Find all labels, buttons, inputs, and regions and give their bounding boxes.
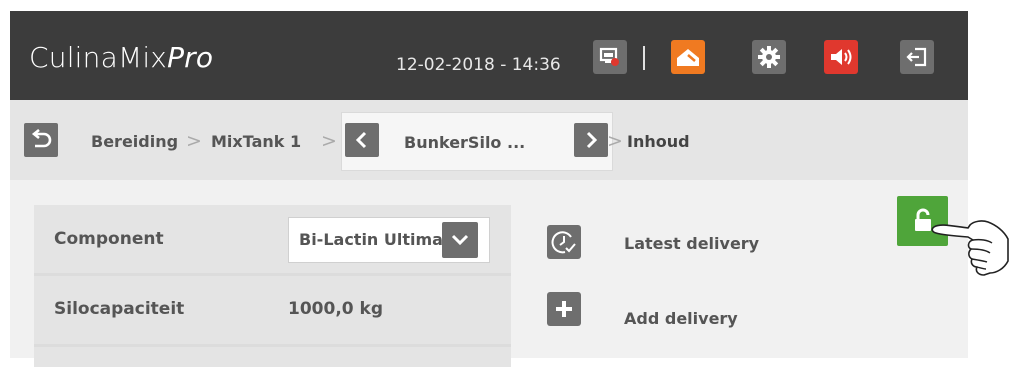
plus-icon xyxy=(556,301,572,317)
back-arrow-icon xyxy=(31,129,52,148)
properties-table: Component Bi-Lactin Ultimate Silocapacit… xyxy=(34,205,511,367)
content-area: Component Bi-Lactin Ultimate Silocapacit… xyxy=(10,180,968,367)
home-button[interactable] xyxy=(671,40,705,74)
bunkersilo-selector: BunkerSilo ... xyxy=(341,112,613,171)
logout-button[interactable] xyxy=(900,40,934,74)
breadcrumb-item-inhoud: Inhoud xyxy=(627,132,690,151)
chevron-left-icon xyxy=(355,131,367,149)
clock-check-icon xyxy=(551,231,576,254)
chevron-right-icon xyxy=(586,131,598,149)
chevron-down-icon xyxy=(451,234,469,246)
table-row xyxy=(34,347,511,367)
silocapaciteit-value: 1000,0 kg xyxy=(288,299,383,319)
pointing-hand-icon xyxy=(931,220,1009,276)
toolbar-divider xyxy=(643,46,645,70)
previous-button[interactable] xyxy=(345,123,379,157)
sound-button[interactable] xyxy=(824,40,858,74)
component-label: Component xyxy=(54,229,164,249)
add-delivery-label[interactable]: Add delivery xyxy=(624,309,738,328)
monitor-alert-button[interactable] xyxy=(593,40,627,74)
speaker-icon xyxy=(831,49,852,65)
next-button[interactable] xyxy=(574,123,608,157)
gear-icon xyxy=(758,46,780,68)
logout-icon xyxy=(906,47,927,67)
breadcrumb-item-bereiding[interactable]: Bereiding xyxy=(91,132,178,151)
breadcrumb-item-mixtank[interactable]: MixTank 1 xyxy=(211,132,301,151)
breadcrumb: Bereiding > MixTank 1 > BunkerSilo ... >… xyxy=(10,100,968,180)
table-row: Component Bi-Lactin Ultimate xyxy=(34,205,511,273)
table-row: Silocapaciteit 1000,0 kg xyxy=(34,276,511,344)
home-icon xyxy=(677,49,699,66)
back-button[interactable] xyxy=(24,123,58,157)
silocapaciteit-label: Silocapaciteit xyxy=(54,299,185,319)
top-bar: CulinaMixPro 12-02-2018 - 14:36 xyxy=(10,11,968,100)
breadcrumb-separator: > xyxy=(321,130,337,152)
datetime: 12-02-2018 - 14:36 xyxy=(396,55,561,75)
component-select-value: Bi-Lactin Ultimate xyxy=(299,230,444,249)
latest-delivery-button[interactable] xyxy=(547,225,581,259)
dropdown-button[interactable] xyxy=(442,222,478,258)
latest-delivery-label[interactable]: Latest delivery xyxy=(624,234,759,253)
monitor-alert-icon xyxy=(599,47,619,66)
component-select[interactable]: Bi-Lactin Ultimate xyxy=(288,217,490,263)
settings-button[interactable] xyxy=(752,40,786,74)
breadcrumb-item-bunkersilo[interactable]: BunkerSilo ... xyxy=(404,133,525,152)
add-delivery-button[interactable] xyxy=(547,292,581,326)
breadcrumb-separator: > xyxy=(186,130,202,152)
app-title: CulinaMixPro xyxy=(29,41,214,74)
breadcrumb-separator: > xyxy=(607,130,623,152)
